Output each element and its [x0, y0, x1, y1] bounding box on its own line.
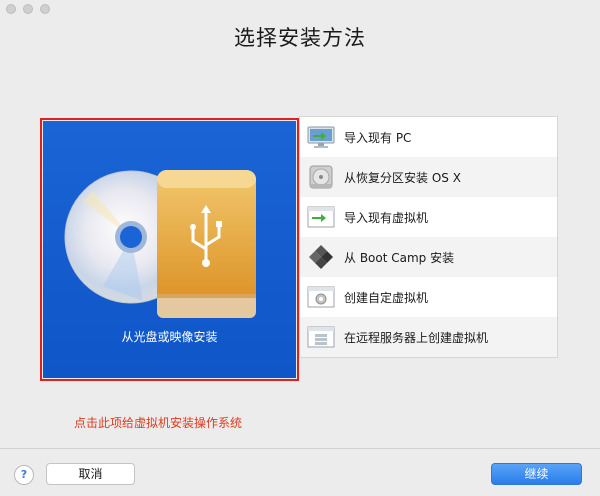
- method-install-from-recovery-partition[interactable]: 从恢复分区安装 OS X: [300, 157, 557, 197]
- install-option-label: 从光盘或映像安装: [121, 330, 218, 344]
- close-window-button[interactable]: [6, 4, 16, 14]
- page-title: 选择安装方法: [234, 26, 366, 50]
- boot-camp-icon: [306, 242, 336, 272]
- install-from-disc-or-image-option[interactable]: 从光盘或映像安装: [40, 118, 299, 381]
- server-window-icon: [306, 322, 336, 352]
- method-import-existing-pc[interactable]: 导入现有 PC: [300, 117, 557, 157]
- method-label: 从 Boot Camp 安装: [344, 250, 455, 265]
- method-label: 创建自定虚拟机: [344, 290, 429, 305]
- continue-button[interactable]: 继续: [491, 463, 582, 485]
- cancel-button[interactable]: 取消: [46, 463, 135, 485]
- method-label: 导入现有虚拟机: [344, 210, 429, 225]
- hint-text: 点击此项给虚拟机安装操作系统: [74, 416, 243, 430]
- method-create-vm-on-remote-server[interactable]: 在远程服务器上创建虚拟机: [300, 317, 557, 357]
- method-import-existing-vm[interactable]: 导入现有虚拟机: [300, 197, 557, 237]
- method-label: 在远程服务器上创建虚拟机: [344, 330, 489, 345]
- window-controls: [6, 4, 50, 14]
- footer-divider: [0, 448, 600, 449]
- hard-drive-icon: [306, 162, 336, 192]
- monitor-icon: [306, 122, 336, 152]
- install-method-list: 导入现有 PC 从恢复分区安装 OS X 导入现有虚拟机 从 Boot Camp…: [299, 116, 558, 358]
- zoom-window-button[interactable]: [40, 4, 50, 14]
- import-window-icon: [306, 202, 336, 232]
- help-button[interactable]: ?: [14, 465, 34, 485]
- gear-window-icon: [306, 282, 336, 312]
- install-option-tile: 从光盘或映像安装: [43, 121, 296, 378]
- method-label: 导入现有 PC: [344, 130, 412, 145]
- method-create-custom-vm[interactable]: 创建自定虚拟机: [300, 277, 557, 317]
- method-label: 从恢复分区安装 OS X: [344, 170, 461, 185]
- method-install-from-boot-camp[interactable]: 从 Boot Camp 安装: [300, 237, 557, 277]
- minimize-window-button[interactable]: [23, 4, 33, 14]
